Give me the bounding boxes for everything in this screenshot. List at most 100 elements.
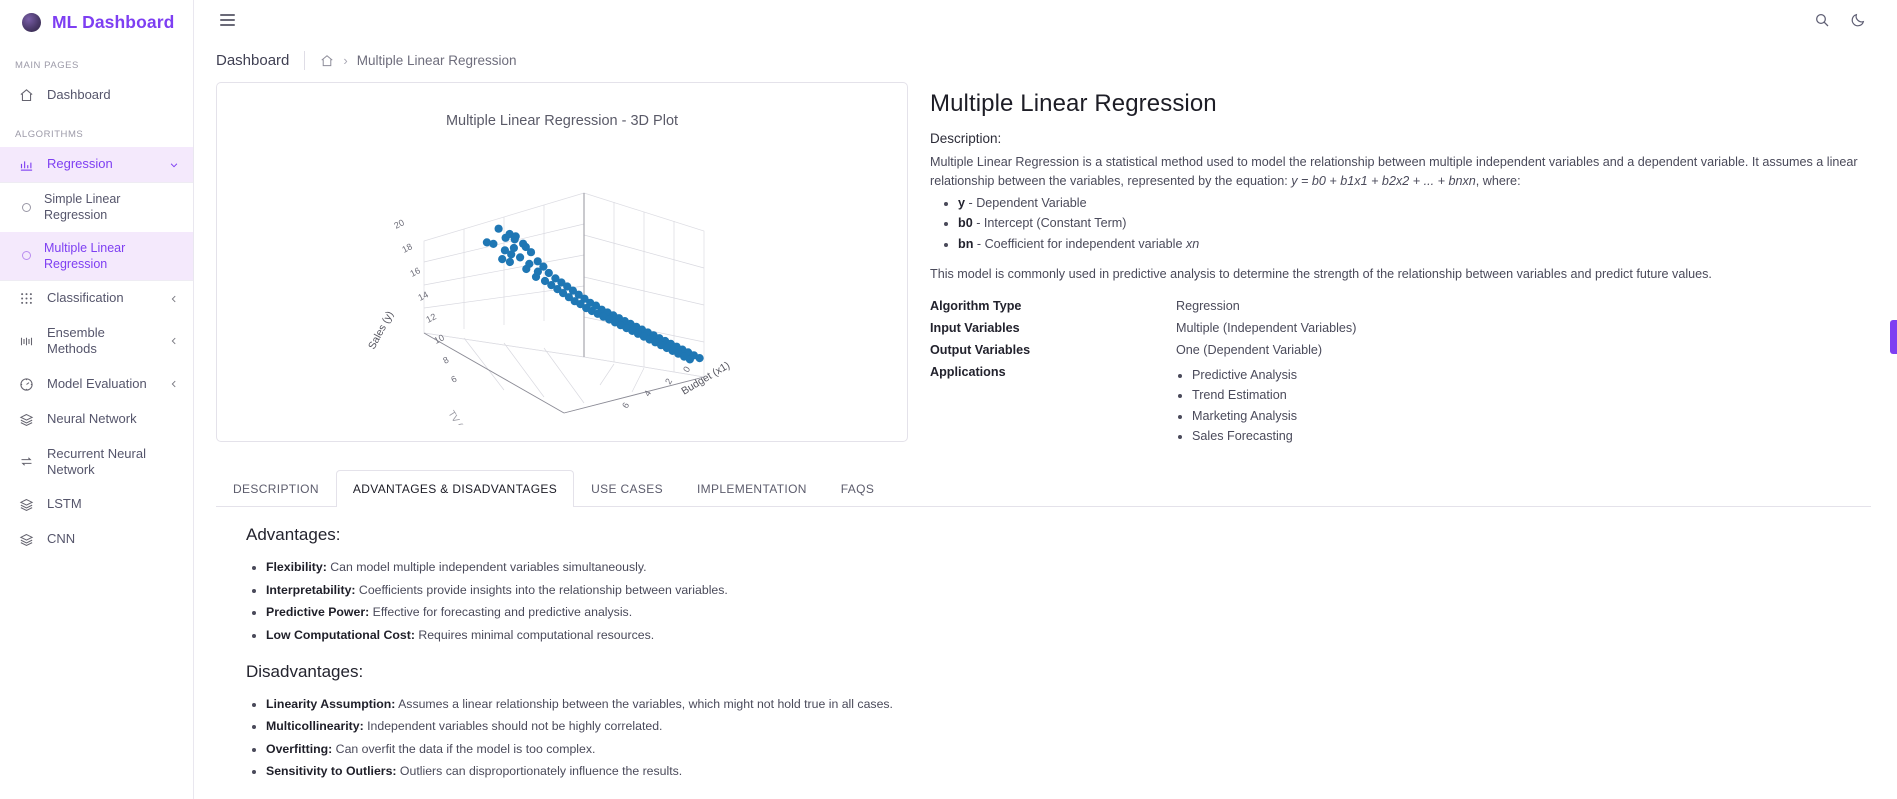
- table-row: Input Variables Multiple (Independent Va…: [930, 317, 1865, 339]
- tab-implementation[interactable]: IMPLEMENTATION: [680, 470, 824, 507]
- hamburger-icon[interactable]: [220, 9, 242, 31]
- chevron-left-icon[interactable]: [169, 336, 179, 346]
- description-text-2: , where:: [1475, 174, 1521, 189]
- list-item: Trend Estimation: [1192, 385, 1865, 405]
- svg-text:2: 2: [663, 376, 674, 385]
- svg-text:16: 16: [408, 265, 421, 278]
- sidebar-item-classification[interactable]: Classification: [0, 281, 193, 316]
- item-term: Linearity Assumption:: [266, 696, 396, 711]
- applications-list: Predictive Analysis Trend Estimation Mar…: [1192, 365, 1865, 447]
- description-label: Description:: [930, 130, 1002, 146]
- chart-point: [539, 262, 548, 271]
- item-text: Effective for forecasting and predictive…: [369, 605, 633, 620]
- breadcrumb-current: Multiple Linear Regression: [356, 53, 517, 69]
- brand-name: ML Dashboard: [52, 11, 175, 32]
- chart-ylabel: TV (x2): [445, 408, 471, 424]
- globe-icon: [22, 12, 41, 32]
- list-item: Sensitivity to Outliers: Outliers can di…: [266, 760, 1867, 782]
- chart-point: [505, 257, 514, 266]
- breadcrumb-divider: [304, 51, 306, 71]
- brand[interactable]: ML Dashboard: [0, 0, 193, 44]
- chart-plot-area[interactable]: 20 18 16 14 12 10 8 6 0 2 4 6 Sales (y) …: [217, 129, 907, 441]
- chevron-down-icon[interactable]: [169, 160, 179, 170]
- sidebar-item-label: CNN: [47, 531, 76, 547]
- home-icon[interactable]: [320, 54, 334, 68]
- chart-point: [482, 237, 491, 247]
- item-text: Requires minimal computational resources…: [414, 627, 655, 642]
- tab-faqs[interactable]: FAQS: [824, 470, 891, 507]
- sidebar-item-cnn[interactable]: CNN: [0, 522, 193, 557]
- list-item: Multicollinearity: Independent variables…: [266, 715, 1867, 737]
- sidebar-item-dashboard[interactable]: Dashboard: [0, 78, 193, 113]
- tab-description[interactable]: DESCRIPTION: [216, 470, 336, 507]
- regression-subnav: Simple Linear Regression Multiple Linear…: [0, 182, 193, 281]
- plot-card: Multiple Linear Regression - 3D Plot 20 …: [216, 81, 908, 442]
- sidebar-item-neural-network[interactable]: Neural Network: [0, 402, 193, 437]
- property-key: Output Variables: [930, 342, 1031, 357]
- item-text: Outliers can disproportionately influenc…: [396, 764, 683, 779]
- item-term: Predictive Power:: [266, 605, 370, 620]
- chart-point: [695, 353, 704, 362]
- svg-text:20: 20: [392, 217, 405, 230]
- chart-point: [498, 254, 507, 263]
- topbar: [194, 0, 1897, 40]
- sidebar-item-simple-linear-regression[interactable]: Simple Linear Regression: [0, 183, 193, 232]
- page-title: Multiple Linear Regression: [930, 89, 1217, 117]
- tab-use-cases[interactable]: USE CASES: [574, 470, 680, 507]
- list-item: Interpretability: Coefficients provide i…: [266, 579, 1867, 601]
- nav-section-main-pages: MAIN PAGES: [15, 60, 79, 71]
- sidebar-item-label: Recurrent Neural Network: [47, 445, 146, 477]
- chart-point: [494, 224, 503, 233]
- search-icon[interactable]: [1811, 9, 1833, 31]
- side-drawer-handle[interactable]: [1890, 320, 1897, 354]
- chart-point: [685, 354, 694, 364]
- svg-text:14: 14: [416, 289, 429, 302]
- term-text: - Intercept (Constant Term): [972, 216, 1127, 231]
- svg-text:0: 0: [681, 364, 692, 373]
- breadcrumb-root[interactable]: Dashboard: [216, 52, 289, 69]
- term-italic: xn: [1185, 236, 1200, 251]
- equation-terms-list: y - Dependent Variable b0 - Intercept (C…: [958, 193, 1865, 254]
- list-item: bn - Coefficient for independent variabl…: [958, 234, 1865, 254]
- sidebar-item-label: Regression: [47, 156, 113, 172]
- list-item: Overfitting: Can overfit the data if the…: [266, 738, 1867, 760]
- chart-axes: [423, 192, 705, 414]
- moon-icon[interactable]: [1847, 9, 1869, 31]
- layers-icon: [18, 531, 35, 548]
- tab-advantages-disadvantages[interactable]: ADVANTAGES & DISADVANTAGES: [335, 470, 575, 508]
- circle-icon: [22, 202, 31, 212]
- sidebar-item-regression[interactable]: Regression: [0, 147, 193, 182]
- sidebar-item-lstm[interactable]: LSTM: [0, 487, 193, 522]
- svg-text:6: 6: [449, 373, 458, 384]
- algorithm-info-panel: Multiple Linear Regression Description: …: [922, 82, 1871, 451]
- gauge-icon: [18, 376, 35, 393]
- item-term: Sensitivity to Outliers:: [266, 764, 397, 779]
- term-symbol: bn: [958, 236, 974, 251]
- chart-grid: [423, 192, 705, 414]
- top-row: Multiple Linear Regression - 3D Plot 20 …: [216, 81, 1871, 451]
- chevron-left-icon[interactable]: [169, 379, 179, 389]
- property-value: One (Dependent Variable): [1176, 342, 1323, 357]
- ensemble-icon: [18, 333, 35, 350]
- sidebar-item-multiple-linear-regression[interactable]: Multiple Linear Regression: [0, 231, 193, 280]
- table-row: Algorithm Type Regression: [930, 295, 1865, 317]
- sidebar-item-ensemble-methods[interactable]: Ensemble Methods: [0, 316, 193, 367]
- property-value: Regression: [1176, 298, 1240, 313]
- chart-title: Multiple Linear Regression - 3D Plot: [445, 112, 679, 129]
- item-term: Multicollinearity:: [266, 719, 364, 734]
- breadcrumb: Dashboard › Multiple Linear Regression: [194, 40, 1897, 82]
- description-paragraph: Multiple Linear Regression is a statisti…: [930, 153, 1865, 192]
- chevron-left-icon[interactable]: [169, 294, 179, 304]
- chart-point: [522, 264, 531, 273]
- sidebar-item-model-evaluation[interactable]: Model Evaluation: [0, 367, 193, 402]
- property-key: Input Variables: [930, 320, 1020, 335]
- item-term: Low Computational Cost:: [266, 627, 415, 642]
- sidebar-item-recurrent-neural-network[interactable]: Recurrent Neural Network: [0, 437, 193, 488]
- chart-point: [511, 231, 520, 241]
- svg-text:8: 8: [441, 354, 450, 365]
- regression-equation: y = b0 + b1x1 + b2x2 + ... + bnxn: [1291, 174, 1476, 189]
- property-value: Multiple (Independent Variables): [1176, 320, 1357, 335]
- list-item: Low Computational Cost: Requires minimal…: [266, 624, 1867, 646]
- term-text: - Coefficient for independent variable: [973, 236, 1186, 251]
